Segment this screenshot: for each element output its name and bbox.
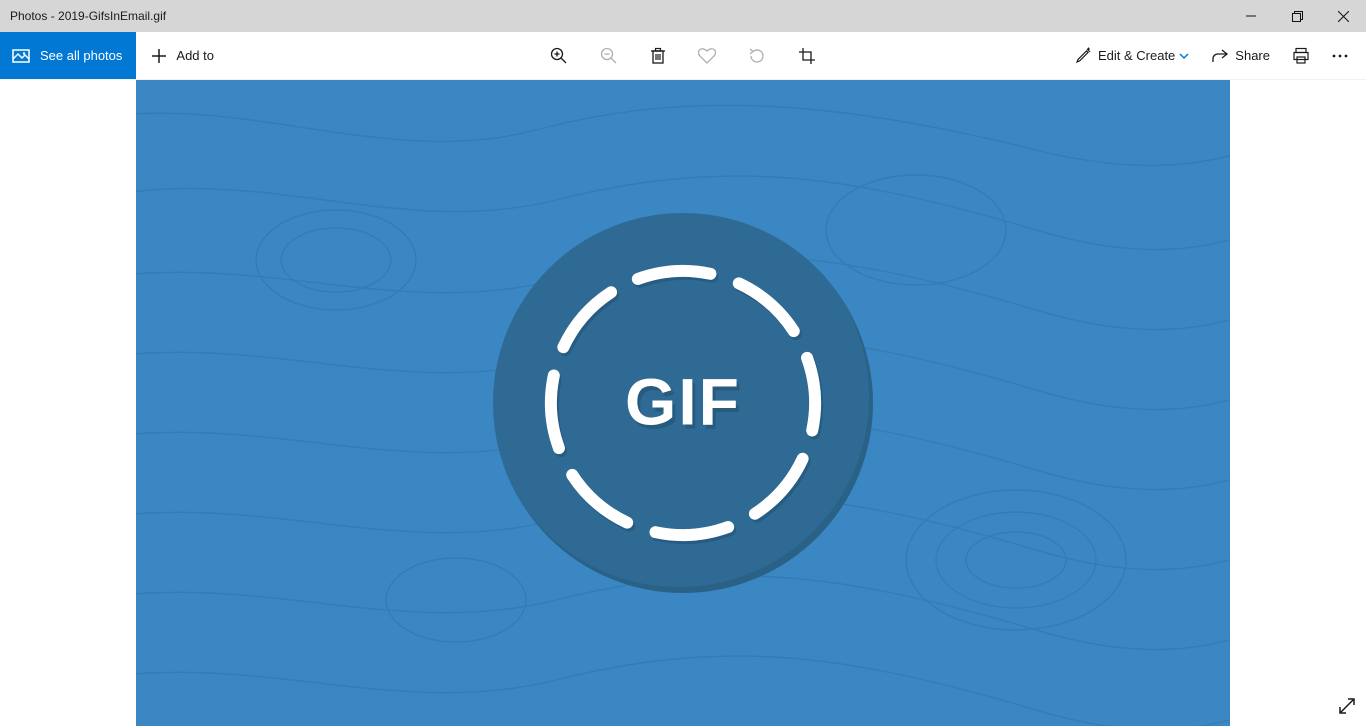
zoom-in-icon — [550, 47, 568, 65]
add-to-label: Add to — [176, 48, 214, 63]
window-title: Photos - 2019-GifsInEmail.gif — [0, 0, 166, 32]
print-button[interactable] — [1292, 47, 1310, 65]
plus-icon — [152, 49, 166, 63]
fullscreen-icon — [1338, 697, 1356, 715]
image-viewer: GIF — [0, 80, 1366, 728]
maximize-button[interactable] — [1274, 0, 1320, 32]
print-icon — [1292, 47, 1310, 65]
photos-icon — [12, 47, 30, 65]
chevron-down-icon — [1179, 51, 1189, 61]
image-canvas[interactable]: GIF — [136, 80, 1230, 726]
titlebar: Photos - 2019-GifsInEmail.gif — [0, 0, 1366, 32]
zoom-out-button[interactable] — [600, 47, 618, 65]
close-button[interactable] — [1320, 0, 1366, 32]
right-tools: Edit & Create Share — [1074, 32, 1366, 79]
edit-create-button[interactable]: Edit & Create — [1074, 47, 1189, 65]
heart-icon — [698, 48, 716, 64]
edit-create-label: Edit & Create — [1098, 48, 1175, 63]
favorite-button[interactable] — [698, 48, 716, 64]
see-all-photos-button[interactable]: See all photos — [0, 32, 136, 79]
more-icon — [1332, 54, 1348, 58]
trash-icon — [650, 47, 666, 65]
add-to-button[interactable]: Add to — [136, 32, 230, 79]
more-button[interactable] — [1332, 54, 1348, 58]
gif-badge-text: GIF — [625, 363, 741, 439]
window-controls — [1228, 0, 1366, 32]
see-all-photos-label: See all photos — [40, 48, 122, 63]
share-label: Share — [1235, 48, 1270, 63]
share-button[interactable]: Share — [1211, 47, 1270, 65]
minimize-icon — [1246, 11, 1256, 21]
minimize-button[interactable] — [1228, 0, 1274, 32]
maximize-icon — [1292, 11, 1303, 22]
delete-button[interactable] — [650, 47, 666, 65]
zoom-out-icon — [600, 47, 618, 65]
share-icon — [1211, 47, 1229, 65]
center-tools — [550, 32, 816, 80]
fullscreen-button[interactable] — [1338, 697, 1356, 720]
rotate-button[interactable] — [748, 47, 766, 65]
toolbar: See all photos Add to — [0, 32, 1366, 80]
crop-button[interactable] — [798, 47, 816, 65]
close-icon — [1338, 11, 1349, 22]
zoom-in-button[interactable] — [550, 47, 568, 65]
rotate-icon — [748, 47, 766, 65]
edit-create-icon — [1074, 47, 1092, 65]
crop-icon — [798, 47, 816, 65]
